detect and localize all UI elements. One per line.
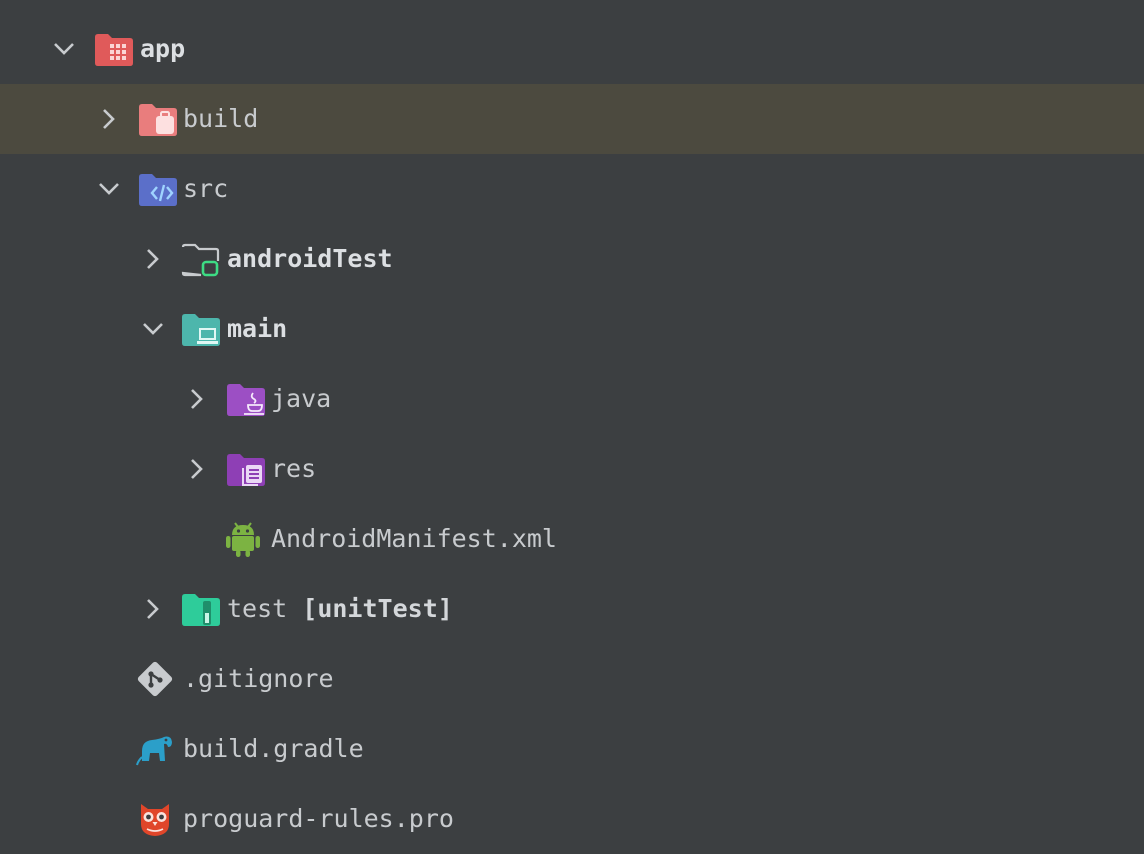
tree-item-src[interactable]: src (0, 154, 1144, 224)
chevron-right-icon[interactable] (139, 595, 167, 623)
tree-item-label: proguard-rules.pro (183, 804, 454, 833)
tree-item-label: app (140, 34, 186, 63)
chevron-right-icon[interactable] (139, 245, 167, 273)
tree-item-test[interactable]: test [unitTest] (0, 574, 1144, 644)
tree-item-suffix: [unitTest] (302, 594, 453, 623)
tree-item-gitignore[interactable]: .gitignore (0, 644, 1144, 714)
chevron-right-icon[interactable] (183, 455, 211, 483)
chevron-down-icon[interactable] (50, 35, 78, 63)
module-folder-icon (95, 34, 133, 66)
test-folder-icon (182, 594, 220, 626)
java-folder-icon (227, 384, 265, 416)
source-folder-icon (139, 174, 177, 206)
tree-item-label: build (183, 104, 259, 133)
chevron-down-icon[interactable] (139, 315, 167, 343)
proguard-owl-icon (141, 804, 169, 836)
main-folder-icon (182, 314, 220, 346)
gradle-elephant-icon (136, 736, 172, 766)
tree-item-label: build.gradle (183, 734, 364, 763)
tree-item-label: .gitignore (183, 664, 334, 693)
android-icon (226, 522, 260, 557)
tree-item-label: test [unitTest] (227, 594, 453, 623)
tree-item-label: AndroidManifest.xml (271, 524, 557, 553)
tree-item-build[interactable]: build (0, 84, 1144, 154)
chevron-down-icon[interactable] (95, 175, 123, 203)
tree-item-androidtest[interactable]: androidTest (0, 224, 1144, 294)
tree-item-label: androidTest (227, 244, 393, 273)
tree-item-res[interactable]: res (0, 434, 1144, 504)
tree-item-label: res (271, 454, 317, 483)
tree-item-java[interactable]: java (0, 364, 1144, 434)
tree-item-main[interactable]: main (0, 294, 1144, 364)
tree-item-app[interactable]: app (0, 14, 1144, 84)
tree-item-label: java (271, 384, 332, 413)
build-folder-icon (139, 104, 177, 136)
tree-item-build-gradle[interactable]: build.gradle (0, 714, 1144, 784)
tree-item-proguard-rules[interactable]: proguard-rules.pro (0, 784, 1144, 854)
android-test-folder-icon (181, 243, 220, 277)
tree-item-androidmanifest[interactable]: AndroidManifest.xml (0, 504, 1144, 574)
git-icon (137, 661, 173, 697)
chevron-right-icon[interactable] (183, 385, 211, 413)
tree-item-label: main (227, 314, 288, 343)
chevron-right-icon[interactable] (95, 105, 123, 133)
resources-folder-icon (227, 454, 265, 486)
project-tree: app build src androidTest main java res … (0, 0, 1144, 854)
tree-item-label: src (183, 174, 229, 203)
